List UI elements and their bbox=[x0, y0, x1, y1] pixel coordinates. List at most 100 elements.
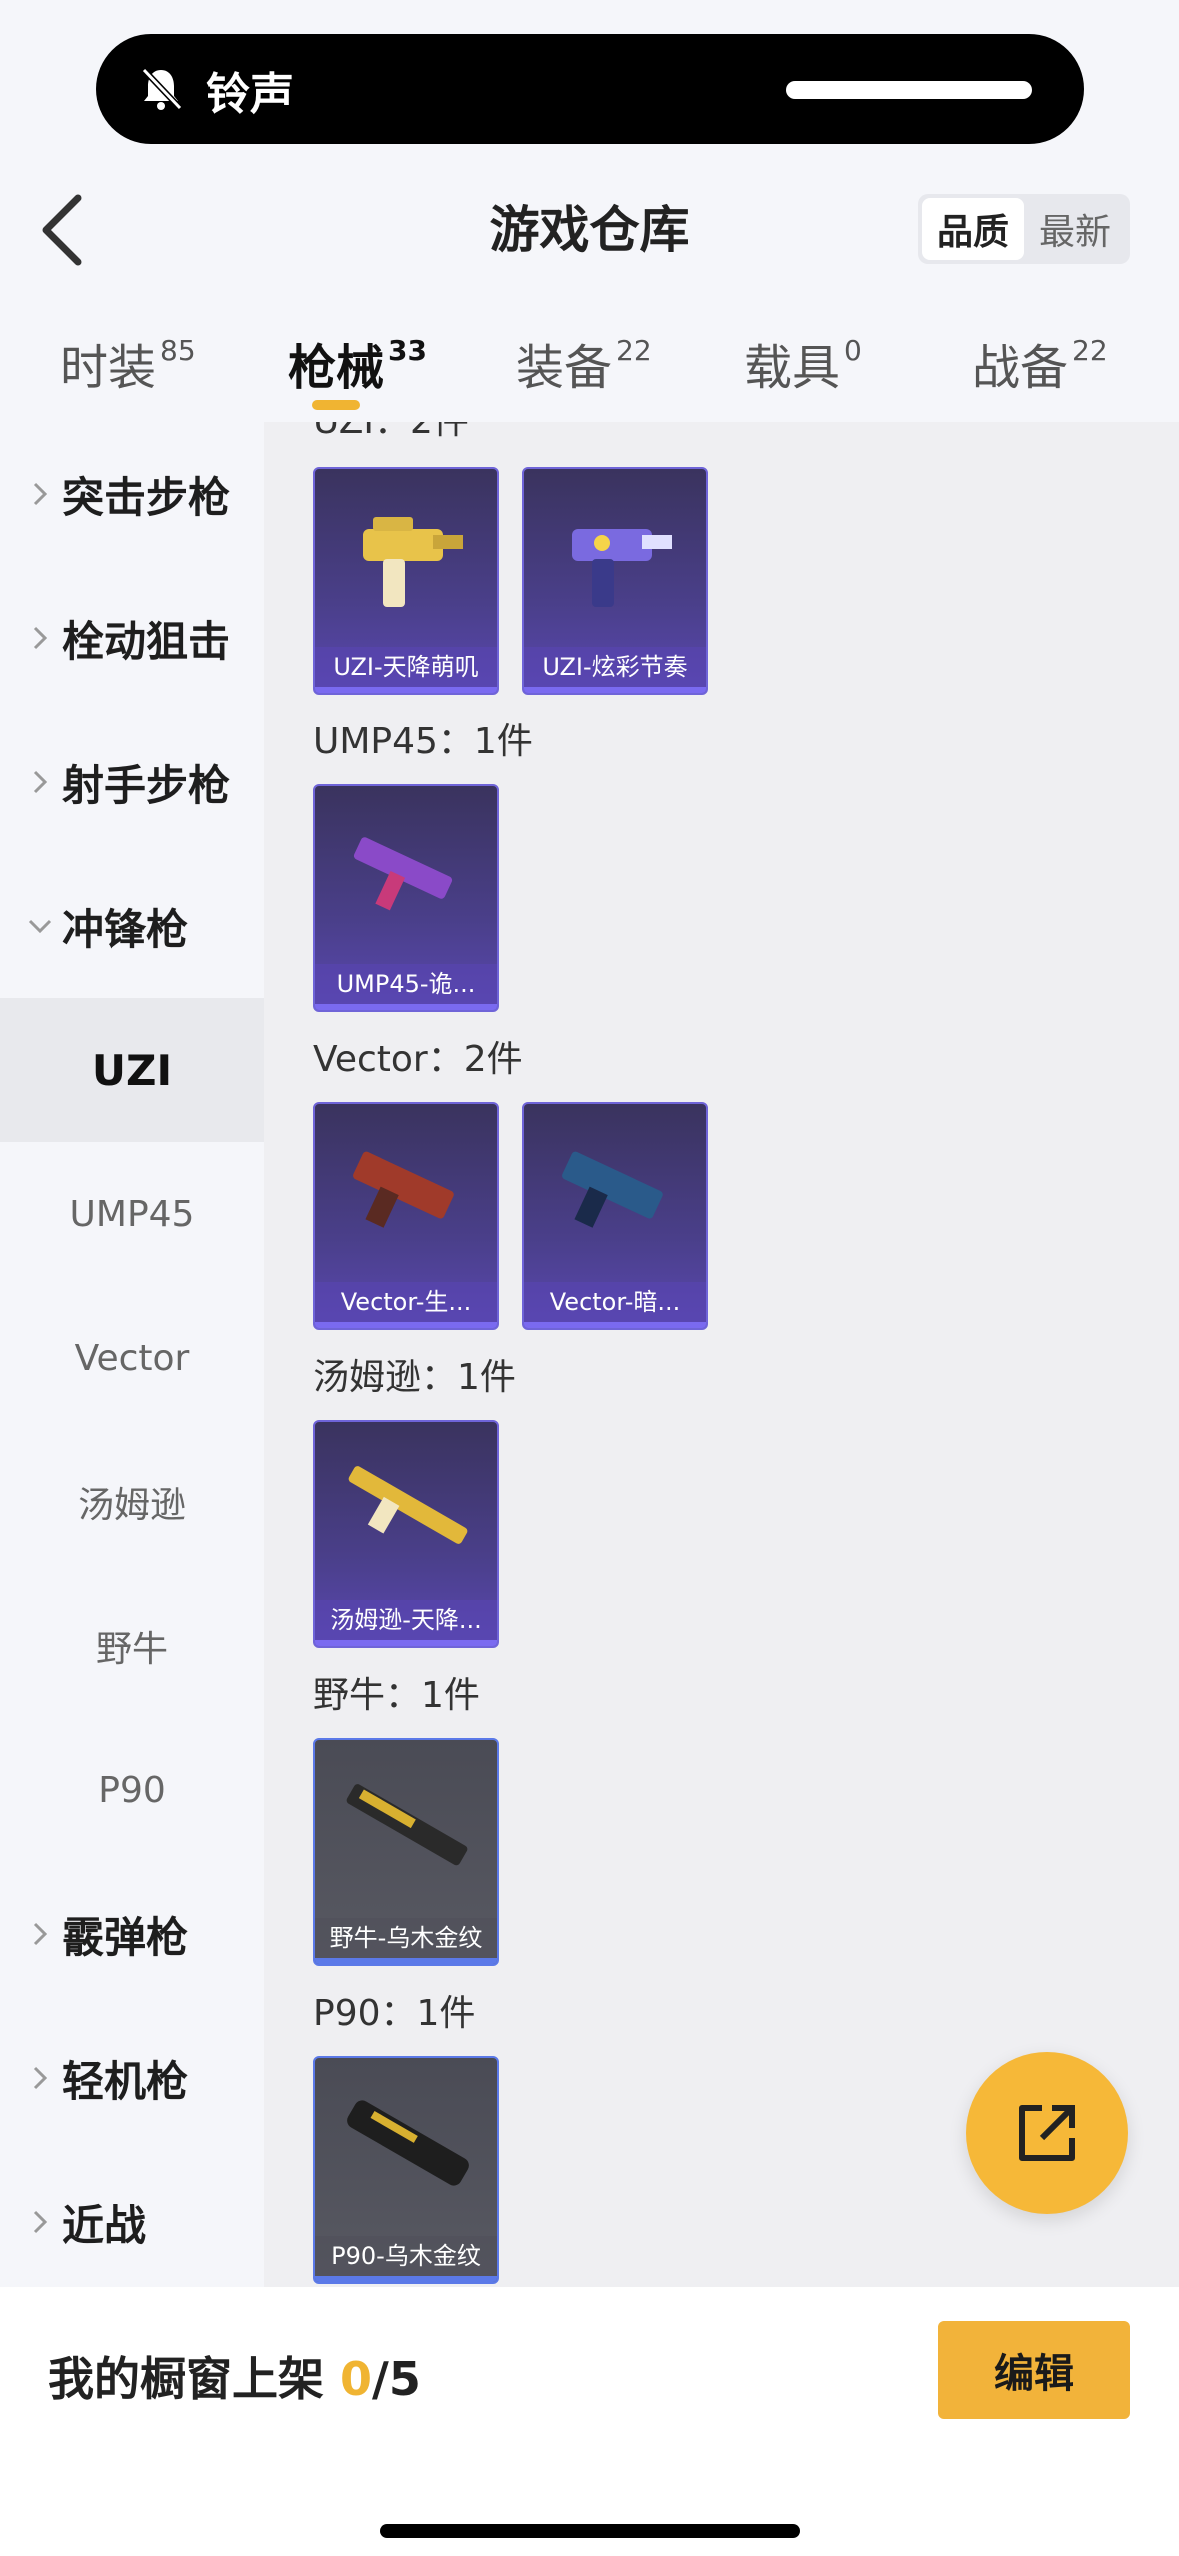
group-title-thompson: 汤姆逊：1件 bbox=[313, 1357, 516, 1398]
tab-equipment[interactable]: 装备 22 bbox=[516, 328, 652, 398]
weapon-list[interactable]: UZI：2件 UZI-天降萌叽 UZI-炫彩节奏 UMP45：1件 UMP45-… bbox=[264, 422, 1179, 2287]
edit-button[interactable]: 编辑 bbox=[938, 2321, 1130, 2419]
weapon-card-label: UMP45-诡... bbox=[315, 964, 497, 1004]
chevron-right-icon bbox=[33, 1922, 48, 1946]
gun-uzi-gold-icon bbox=[363, 517, 463, 607]
sidebar-item-marksman-rifle[interactable]: 射手步枪 bbox=[0, 710, 264, 854]
group-title-vector: Vector：2件 bbox=[313, 1039, 523, 1080]
gun-p90-ebony-icon bbox=[347, 2100, 469, 2186]
chevron-right-icon bbox=[33, 2066, 48, 2090]
weapon-card-label: P90-乌木金纹 bbox=[315, 2236, 497, 2276]
tab-supplies[interactable]: 战备 22 bbox=[972, 328, 1108, 398]
rarity-bar bbox=[315, 687, 497, 693]
chevron-right-icon bbox=[33, 2210, 48, 2234]
weapon-card-label: Vector-暗... bbox=[524, 1282, 706, 1322]
sidebar-label: 栓动狙击 bbox=[62, 616, 231, 666]
active-tab-indicator bbox=[312, 400, 360, 410]
tab-label: 枪械 bbox=[288, 340, 385, 396]
gun-vector-red-icon bbox=[353, 1151, 454, 1228]
weapon-card[interactable]: UZI-天降萌叽 bbox=[313, 467, 499, 695]
group-title-uzi: UZI：2件 bbox=[313, 422, 469, 444]
gun-thompson-gold-icon bbox=[348, 1466, 468, 1544]
ringtone-notification: 铃声 bbox=[96, 34, 1084, 144]
weapon-card[interactable]: Vector-暗... bbox=[522, 1102, 708, 1330]
sidebar-item-lmg[interactable]: 轻机枪 bbox=[0, 2006, 264, 2150]
rarity-bar bbox=[315, 1958, 497, 1964]
sort-quality-button[interactable]: 品质 bbox=[922, 198, 1024, 260]
tab-count: 22 bbox=[616, 334, 652, 367]
tab-count: 85 bbox=[160, 334, 196, 367]
gun-vector-dark-icon bbox=[562, 1151, 663, 1228]
rarity-bar bbox=[315, 1004, 497, 1010]
weapon-card-label: 汤姆逊-天降... bbox=[315, 1600, 497, 1640]
sort-newest-button[interactable]: 最新 bbox=[1024, 198, 1126, 260]
gun-uzi-colorful-icon bbox=[572, 529, 672, 607]
chevron-right-icon bbox=[33, 482, 48, 506]
sidebar-subitem-uzi[interactable]: UZI bbox=[0, 998, 264, 1142]
sidebar-subitem-vector[interactable]: Vector bbox=[0, 1286, 264, 1430]
showcase-bar: 我的橱窗上架 0/5 编辑 bbox=[0, 2287, 1179, 2556]
showcase-status: 我的橱窗上架 0/5 bbox=[48, 2343, 421, 2409]
sidebar-subitem-p90[interactable]: P90 bbox=[0, 1718, 264, 1862]
sidebar-subitem-ump45[interactable]: UMP45 bbox=[0, 1142, 264, 1286]
gun-bizon-ebony-icon bbox=[346, 1784, 468, 1866]
weapon-card[interactable]: P90-乌木金纹 bbox=[313, 2056, 499, 2284]
sidebar-item-smg[interactable]: 冲锋枪 bbox=[0, 854, 264, 998]
share-external-icon bbox=[1019, 2105, 1075, 2161]
weapon-card[interactable]: UZI-炫彩节奏 bbox=[522, 467, 708, 695]
rarity-bar bbox=[315, 2276, 497, 2282]
weapon-card[interactable]: UMP45-诡... bbox=[313, 784, 499, 1012]
sidebar-label: 射手步枪 bbox=[62, 760, 231, 810]
weapon-card[interactable]: 野牛-乌木金纹 bbox=[313, 1738, 499, 1966]
rarity-bar bbox=[315, 1322, 497, 1328]
sidebar-item-shotgun[interactable]: 霰弹枪 bbox=[0, 1862, 264, 2006]
tab-label: 战备 bbox=[972, 340, 1069, 396]
sidebar-item-melee[interactable]: 近战 bbox=[0, 2150, 264, 2294]
sidebar-item-assault-rifle[interactable]: 突击步枪 bbox=[0, 422, 264, 566]
tab-count: 0 bbox=[844, 334, 862, 367]
weapon-card[interactable]: 汤姆逊-天降... bbox=[313, 1420, 499, 1648]
group-title-p90: P90：1件 bbox=[313, 1993, 476, 2034]
category-tabs: 时装 85 枪械 33 装备 22 载具 0 战备 22 bbox=[0, 310, 1179, 422]
weapon-card-label: UZI-天降萌叽 bbox=[315, 647, 497, 687]
rarity-bar bbox=[524, 1322, 706, 1328]
tab-count: 22 bbox=[1072, 334, 1108, 367]
sidebar-label: 近战 bbox=[62, 2200, 147, 2250]
gun-ump45-icon bbox=[353, 837, 453, 911]
sidebar-subitem-thompson[interactable]: 汤姆逊 bbox=[0, 1430, 264, 1574]
tab-weapons[interactable]: 枪械 33 bbox=[288, 328, 427, 398]
ringtone-label: 铃声 bbox=[206, 69, 294, 120]
tab-label: 时装 bbox=[60, 340, 157, 396]
sidebar-label: 轻机枪 bbox=[62, 2056, 189, 2106]
weapon-card-label: 野牛-乌木金纹 bbox=[315, 1918, 497, 1958]
home-indicator[interactable] bbox=[380, 2524, 800, 2538]
tab-fashion[interactable]: 时装 85 bbox=[60, 328, 196, 398]
group-title-bizon: 野牛：1件 bbox=[313, 1675, 480, 1716]
weapon-card-label: UZI-炫彩节奏 bbox=[524, 647, 706, 687]
weapon-card-label: Vector-生... bbox=[315, 1282, 497, 1322]
tab-count: 33 bbox=[388, 334, 427, 367]
chevron-down-icon bbox=[28, 919, 52, 934]
sidebar-label: 突击步枪 bbox=[62, 472, 231, 522]
sidebar-subitem-bizon[interactable]: 野牛 bbox=[0, 1574, 264, 1718]
sidebar-label: 冲锋枪 bbox=[62, 904, 189, 954]
share-button[interactable] bbox=[966, 2052, 1128, 2214]
tab-label: 装备 bbox=[516, 340, 613, 396]
bell-mute-icon bbox=[141, 67, 183, 111]
sort-toggle: 品质 最新 bbox=[918, 194, 1130, 264]
tab-label: 载具 bbox=[744, 340, 841, 396]
notification-progress-bar bbox=[786, 81, 1032, 99]
tab-vehicles[interactable]: 载具 0 bbox=[744, 328, 862, 398]
showcase-total: /5 bbox=[372, 2352, 421, 2406]
rarity-bar bbox=[315, 1640, 497, 1646]
showcase-count: 0 bbox=[340, 2352, 373, 2406]
rarity-bar bbox=[524, 687, 706, 693]
weapon-card[interactable]: Vector-生... bbox=[313, 1102, 499, 1330]
weapon-sidebar: 突击步枪 栓动狙击 射手步枪 冲锋枪 UZI UMP45 Vector 汤姆逊 … bbox=[0, 422, 264, 2287]
showcase-label: 我的橱窗上架 bbox=[48, 2352, 341, 2406]
sidebar-label: 霰弹枪 bbox=[62, 1912, 189, 1962]
chevron-right-icon bbox=[33, 770, 48, 794]
group-title-ump45: UMP45：1件 bbox=[313, 721, 533, 762]
chevron-right-icon bbox=[33, 626, 48, 650]
sidebar-item-bolt-sniper[interactable]: 栓动狙击 bbox=[0, 566, 264, 710]
